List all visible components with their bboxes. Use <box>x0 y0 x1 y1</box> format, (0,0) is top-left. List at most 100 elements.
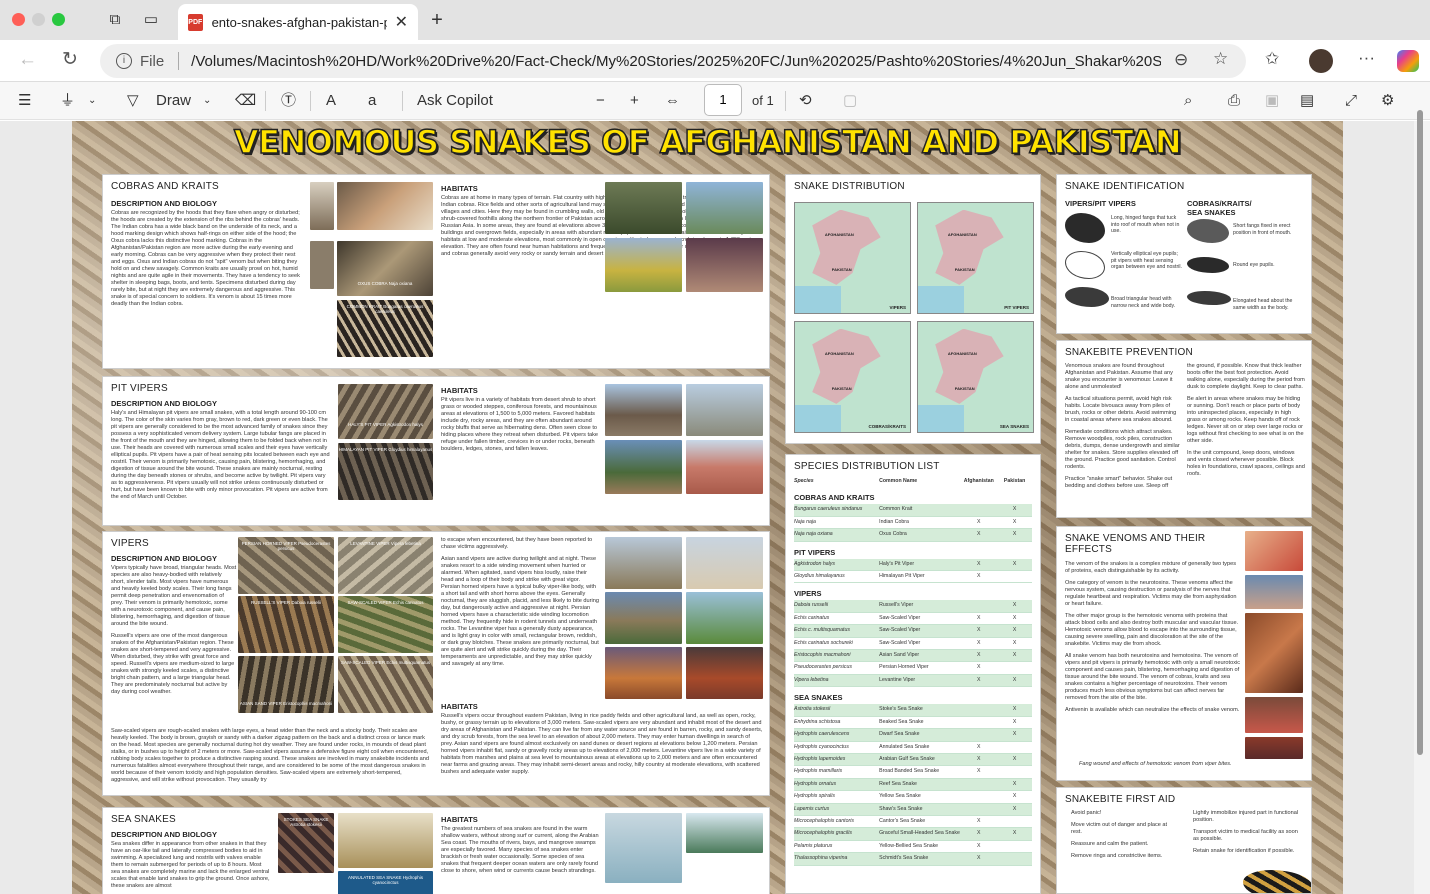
profile-avatar[interactable] <box>1309 49 1333 73</box>
body-text: Russell's vipers are one of the most dan… <box>111 633 235 695</box>
snake-illustration <box>1243 870 1311 893</box>
map-label: VIPERS <box>889 305 906 310</box>
print-icon[interactable]: ⎙ <box>1228 91 1240 111</box>
habitat-photo <box>605 440 682 494</box>
zoom-in-icon[interactable]: + <box>630 91 639 111</box>
wound-photo <box>1245 531 1303 571</box>
page-number-input[interactable]: 1 <box>704 84 742 116</box>
highlight-icon[interactable]: ⏚ <box>60 91 75 111</box>
draw-button[interactable]: Draw <box>156 91 191 111</box>
table-cell: Broad Banded Sea Snake <box>879 768 940 775</box>
photo-caption: PERSIAN HORNED VIPER Pseudocerastes pers… <box>241 541 331 551</box>
table-cell <box>960 504 997 515</box>
body-text: Antivenin is available which can neutral… <box>1065 707 1240 713</box>
zoom-icon[interactable]: ⊖ <box>1174 50 1188 70</box>
photo-caption: SAW-SCALED VIPER Echis multisquamatus <box>340 660 431 665</box>
table-cell <box>997 853 1032 864</box>
photo-caption: HIMALAYAN PIT VIPER Gloydius himalayanus <box>338 447 433 452</box>
close-tab-icon[interactable]: ✕ <box>395 12 408 32</box>
info-icon[interactable]: i <box>116 53 132 69</box>
table-cell: X <box>977 755 981 762</box>
table-cell: X <box>1012 718 1017 725</box>
table-row: Vipera lebetina Levantine Viper X X <box>794 674 1032 688</box>
cobra-eye-illustration <box>1187 257 1229 273</box>
text-box-icon[interactable]: Ⓣ <box>281 91 296 111</box>
new-tab-icon[interactable]: + <box>428 10 446 30</box>
cobra-photo <box>310 182 334 230</box>
species-table: Species Common Name Afghanistan Pakistan COB… <box>794 476 1032 866</box>
scrollbar-thumb[interactable] <box>1417 110 1423 755</box>
read-aloud-icon[interactable]: A <box>326 91 336 111</box>
translate-icon[interactable]: a <box>368 91 376 111</box>
eraser-icon[interactable]: ⌫ <box>235 91 256 111</box>
table-row: Hydrophis cyanocinctus Annulated Sea Snak… <box>794 742 1032 754</box>
url-text[interactable]: /Volumes/Macintosh%20HD/Work%20Drive%20/… <box>191 53 1161 70</box>
maximize-window-button[interactable] <box>52 13 65 26</box>
reload-icon[interactable]: ↻ <box>62 50 78 70</box>
rotate-icon[interactable]: ⟲ <box>799 91 812 111</box>
save-as-icon[interactable]: ▤ <box>1300 91 1314 111</box>
table-cell: X <box>977 817 981 824</box>
favorites-icon[interactable]: ✩ <box>1265 49 1279 69</box>
workspaces-icon[interactable]: ⧉ <box>106 11 124 29</box>
cobra-fang-illustration <box>1187 219 1229 243</box>
panel-species-list: SPECIES DISTRIBUTION LIST Species Common … <box>785 454 1041 894</box>
ask-copilot-button[interactable]: Ask Copilot <box>417 91 493 111</box>
table-cell: Microcephalophis cantoris <box>794 817 854 824</box>
address-bar[interactable]: i File /Volumes/Macintosh%20HD/Work%20Dr… <box>100 44 1246 78</box>
close-window-button[interactable] <box>12 13 25 26</box>
panel-sea-snakes: SEA SNAKES DESCRIPTION AND BIOLOGY Sea s… <box>102 807 770 894</box>
copilot-icon[interactable] <box>1397 50 1419 72</box>
chevron-down-icon[interactable]: ⌄ <box>88 91 96 111</box>
tab-bar: ⧉ ▭ PDF ento-snakes-afghan-pakistan-p ✕ … <box>0 0 1430 40</box>
photo-caption: HALY'S PIT VIPER Agkistrodon halys <box>348 422 423 427</box>
habitat-photo <box>605 647 682 699</box>
draw-icon[interactable]: ▽ <box>127 91 139 111</box>
sub-heading: DESCRIPTION AND BIOLOGY <box>111 199 217 208</box>
map-label-pakistan: PAKISTAN <box>831 266 852 272</box>
save-icon[interactable]: ▣ <box>1265 91 1279 111</box>
table-cell: X <box>1012 531 1017 538</box>
tab-actions-icon[interactable]: ▭ <box>142 11 160 29</box>
search-icon[interactable]: ⌕ <box>1184 91 1192 111</box>
back-icon[interactable]: ← <box>18 50 37 70</box>
body-text: Venomous snakes are found throughout Afg… <box>1065 363 1173 390</box>
fit-width-icon[interactable]: ⇔ <box>665 91 680 111</box>
more-menu-icon[interactable]: ··· <box>1358 48 1375 68</box>
minimize-window-button[interactable] <box>32 13 45 26</box>
table-cell: Hydrophis lapemoides <box>794 755 846 762</box>
table-cell: X <box>977 768 981 775</box>
table-cell: Enhydrina schistosa <box>794 718 841 725</box>
sub-heading: COBRAS/KRAITS/ SEA SNAKES <box>1187 199 1252 217</box>
contents-icon[interactable]: ☰ <box>18 91 31 111</box>
table-row: Microcephalophis cantoris Cantor's Sea Sn… <box>794 816 1032 829</box>
table-cell: X <box>977 627 981 634</box>
table-cell <box>997 662 1032 673</box>
table-row: Microcephalophis gracilis Graceful Small-… <box>794 828 1032 841</box>
chevron-down-icon[interactable]: ⌄ <box>203 91 211 111</box>
favorite-star-icon[interactable]: ☆ <box>1213 49 1228 69</box>
russells-viper-photo: RUSSELL'S VIPER Daboia russelii <box>238 596 334 653</box>
settings-icon[interactable]: ⚙ <box>1381 91 1394 111</box>
panel-snake-identification: SNAKE IDENTIFICATION VIPERS/PIT VIPERS C… <box>1056 174 1312 334</box>
table-cell: Echis carinatus <box>794 614 830 621</box>
table-row: Echis carinatus sochureki Saw-Scaled Vipe… <box>794 638 1032 651</box>
habitat-photo <box>686 440 763 494</box>
body-text: One category of venom is the neurotoxins… <box>1065 580 1237 607</box>
body-text: the ground, if possible. Know that thick… <box>1187 363 1305 390</box>
table-cell: X <box>1012 830 1017 837</box>
habitat-photo <box>686 384 763 436</box>
table-cell: Common Krait <box>879 506 913 513</box>
zoom-out-icon[interactable]: − <box>596 91 605 111</box>
body-text: Practice "snake smart" behavior. Shake o… <box>1065 476 1173 489</box>
page-view-icon[interactable]: ▢ <box>843 91 857 111</box>
table-cell: X <box>1012 614 1017 621</box>
table-row: Echis c. multisquamatus Saw-Scaled Viper X… <box>794 625 1032 638</box>
fullscreen-icon[interactable]: ⤢ <box>1345 91 1357 111</box>
saw-scaled-viper-photo: SAW-SCALED VIPER Echis multisquamatus <box>338 656 433 713</box>
stokes-sea-snake-photo: STOKES SEA SNAKE Astrotia stokesii <box>278 813 334 873</box>
table-cell: Himalayan Pit Viper <box>879 573 925 580</box>
first-aid-step: Lightly immobilize injured part in funct… <box>1193 810 1299 823</box>
tab-pdf[interactable]: PDF ento-snakes-afghan-pakistan-p ✕ <box>178 4 418 40</box>
cobra-head-illustration <box>1187 291 1231 305</box>
